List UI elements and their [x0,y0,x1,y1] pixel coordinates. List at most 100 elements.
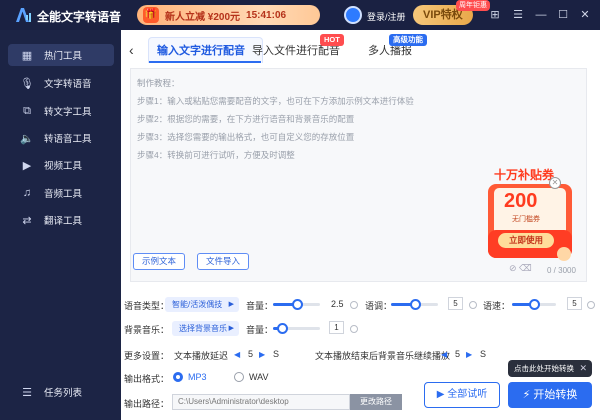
sidebar-item-label: 转文字工具 [44,107,92,118]
translate-icon: ⇄ [22,214,32,227]
sidebar-item-label: 转语音工具 [44,134,92,145]
after-label: 文本播放结束后背景音乐继续播放 [315,351,451,361]
delay-value: 5 [248,349,254,359]
mic-icon: 🎙 [20,77,34,90]
voice-type-value: 智能/活泼偶技 [172,300,223,309]
speaker-icon: 🔈 [20,132,34,145]
increase-arrow-icon[interactable]: ▶ [259,350,265,359]
tone-value[interactable]: 5 [448,297,463,310]
promo-text: 新人立减 ¥200元 [165,11,241,23]
speed-slider[interactable] [512,299,556,310]
convert-tooltip: 点击此处开始转换 ✕ [508,360,592,377]
after-value: 5 [455,349,461,359]
help-icon[interactable] [350,325,358,333]
voice-type-label: 语音类型： [124,301,170,311]
preview-all-label: 全部试听 [447,389,488,400]
format-mp3-radio[interactable] [173,372,183,382]
close-button[interactable]: ✕ [578,8,592,22]
sidebar-item-label: 热门工具 [44,51,83,62]
start-convert-label: 开始转换 [533,389,578,401]
sidebar: ▦ 热门工具 🎙 文字转语音 ⧉ 转文字工具 🔈 转语音工具 ▶ 视频工具 ♫ … [0,30,121,420]
sidebar-item-to-text[interactable]: ⧉ 转文字工具 [8,100,114,122]
preview-all-button[interactable]: ▶ 全部试听 [424,382,500,408]
hot-badge: HOT [320,34,344,46]
tooltip-close-icon[interactable]: ✕ [579,360,587,377]
volume-slider[interactable] [273,299,320,310]
sidebar-item-to-speech[interactable]: 🔈 转语音工具 [8,127,114,149]
increase-arrow-icon[interactable]: ▶ [466,350,472,359]
sidebar-item-hot-tools[interactable]: ▦ 热门工具 [8,44,114,66]
sidebar-task-list[interactable]: ☰ 任务列表 [8,381,114,403]
editor-placeholder-line: 步骤4：转换前可进行试听，方便及时调整 [137,150,295,160]
sidebar-item-text-to-speech[interactable]: 🎙 文字转语音 [8,72,114,94]
sidebar-item-audio[interactable]: ♫ 音频工具 [8,182,114,204]
title-bar: 全能文字转语音 🎁 新人立减 ¥200元 15:41:06 登录/注册 VIP特… [0,0,600,30]
voice-type-select[interactable]: 智能/活泼偶技 ▶ [165,297,239,312]
advanced-badge: 高级功能 [389,34,427,46]
minimize-button[interactable]: — [534,8,548,22]
maximize-button[interactable]: ☐ [556,8,570,22]
sidebar-item-label: 翻译工具 [44,216,83,227]
bgm-volume-slider-knob[interactable] [277,323,289,334]
list-icon: ☰ [22,386,32,399]
volume-label: 音量： [246,301,274,311]
volume-value: 2.5 [331,299,344,309]
coupon-close-icon[interactable]: ✕ [549,177,561,189]
example-text-button[interactable]: 示例文本 [133,253,186,270]
speed-value[interactable]: 5 [567,297,582,310]
editor-placeholder-line: 步骤3：选择您需要的输出格式，也可自定义您的存放位置 [137,132,355,142]
editor-placeholder-line: 制作教程： [137,78,180,88]
format-wav-radio[interactable] [234,372,244,382]
output-path-field[interactable]: C:\Users\Administrator\desktop [172,394,350,410]
tone-slider-knob[interactable] [409,299,421,310]
active-tab-indicator [149,61,261,63]
decrease-arrow-icon[interactable]: ◀ [234,350,240,359]
vip-promo-tag: 周年钜惠 [456,0,490,11]
sidebar-item-label: 文字转语音 [44,79,92,90]
back-arrow-icon[interactable]: ‹ [129,42,134,58]
more-settings-label: 更多设置： [124,351,170,361]
speed-slider-knob[interactable] [529,299,540,310]
volume-slider-knob[interactable] [291,299,303,310]
bgm-volume-value[interactable]: 1 [329,321,344,334]
sidebar-item-translate[interactable]: ⇄ 翻译工具 [8,209,114,231]
help-icon[interactable] [469,301,477,309]
avatar[interactable] [344,6,362,24]
edit-tools-icons[interactable]: ⊘ ⌫ [509,263,532,274]
help-icon[interactable] [587,301,595,309]
menu-icon[interactable]: ☰ [511,8,525,22]
bgm-select[interactable]: 选择背景音乐 ▶ [172,321,239,336]
bgm-volume-slider[interactable] [273,323,320,334]
coupon-subtitle: 无门槛券 [512,216,540,223]
tone-label: 语调： [365,301,393,311]
login-link[interactable]: 登录/注册 [367,10,406,23]
editor-placeholder-line: 步骤1：输入或粘贴您需要配音的文字，也可在下方添加示例文本进行体验 [137,96,414,106]
coupon-amount: 200 [504,190,538,212]
format-mp3-label[interactable]: MP3 [188,372,207,382]
change-path-button[interactable]: 更改路径 [350,394,402,410]
editor-placeholder-line: 步骤2：根据您的需要，在下方进行语音和背景音乐的配置 [137,114,355,124]
import-file-button[interactable]: 文件导入 [197,253,250,270]
coupon-use-button[interactable]: 立即使用 [498,233,554,248]
format-wav-label[interactable]: WAV [249,372,269,382]
tab-input-text[interactable]: 输入文字进行配音 [157,42,245,58]
sidebar-item-label: 视频工具 [44,161,83,172]
tab-bar: ‹ 输入文字进行配音 导入文件进行配音 HOT 多人播报 高级功能 [121,30,600,64]
start-convert-button[interactable]: ⚡ 开始转换 [508,382,592,408]
bgm-value: 选择背景音乐 [179,324,227,333]
coupon-title: 十万补贴券 [494,168,555,182]
tone-slider[interactable] [391,299,438,310]
audio-icon: ♫ [22,187,32,199]
help-icon[interactable] [350,301,358,309]
skin-icon[interactable]: ⊞ [488,8,502,22]
chevron-right-icon: ▶ [228,301,234,308]
promo-countdown: 15:41:06 [246,9,287,21]
decrease-arrow-icon[interactable]: ◀ [441,350,447,359]
hot-icon: ▦ [21,49,33,62]
path-label: 输出路径： [124,399,170,409]
promo-banner[interactable]: 🎁 新人立减 ¥200元 15:41:06 [137,5,320,25]
sidebar-item-video[interactable]: ▶ 视频工具 [8,154,114,176]
play-icon: ▶ [436,389,448,400]
after-unit: S [480,349,487,359]
delay-unit: S [273,349,280,359]
